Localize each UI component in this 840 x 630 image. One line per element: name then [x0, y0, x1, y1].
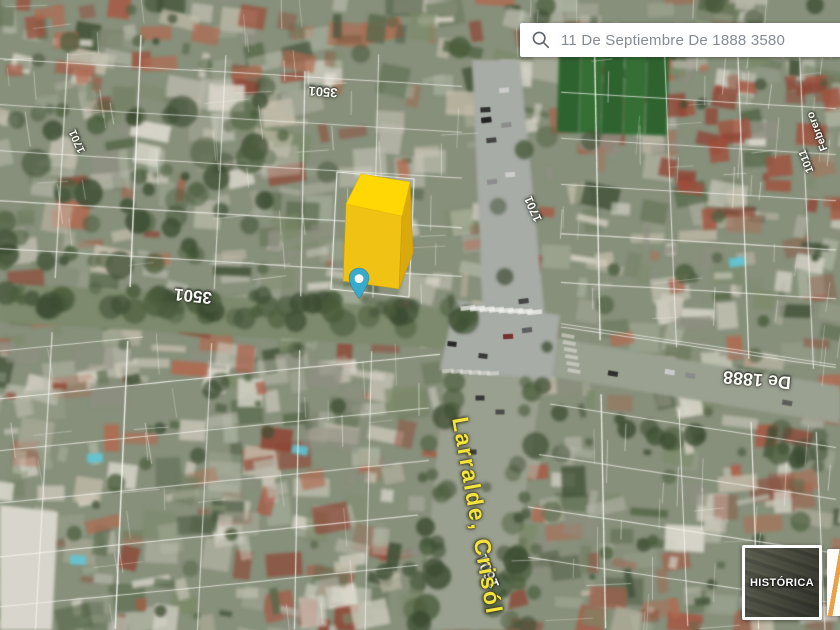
pin-body: [349, 268, 369, 299]
minimap-next-card-partial[interactable]: [827, 549, 840, 616]
minimap-historica-thumbnail: HISTÓRICA: [745, 548, 819, 617]
search-bar[interactable]: 11 De Septiembre De 1888 3580: [520, 23, 840, 57]
map-viewport[interactable]: 3501170117013501De 18881601Febrero1011La…: [0, 0, 840, 630]
location-pin[interactable]: [349, 268, 369, 299]
map-overlay: [0, 0, 840, 630]
search-query: 11 De Septiembre De 1888 3580: [561, 32, 785, 49]
minimap-historica-card[interactable]: HISTÓRICA: [742, 545, 822, 620]
minimap-historica-label: HISTÓRICA: [750, 577, 814, 589]
search-icon: [531, 30, 551, 50]
pin-inner-dot: [355, 274, 364, 283]
